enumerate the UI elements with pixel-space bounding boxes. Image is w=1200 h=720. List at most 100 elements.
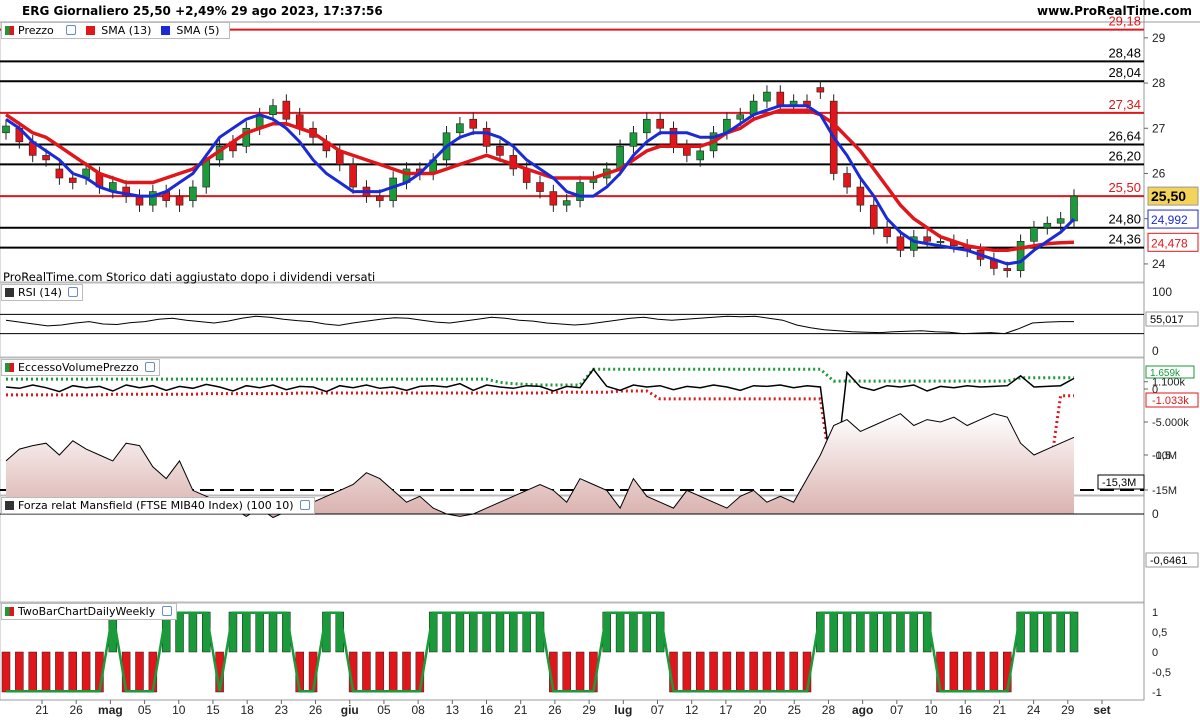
twobar-bar	[682, 651, 692, 693]
twobar-bar	[789, 651, 798, 693]
candle-body	[68, 177, 77, 183]
sma13-last-label: 24,478	[1151, 236, 1188, 250]
twobar-bar	[388, 651, 398, 693]
candle-body	[456, 123, 464, 134]
volume-lower-label: -1.033k	[1152, 395, 1189, 407]
x-tick-label: 21	[993, 703, 1007, 717]
x-tick-label: 16	[959, 703, 973, 717]
twobar-bar	[829, 611, 838, 653]
x-tick-label: 26	[309, 703, 323, 717]
legend-sma5[interactable]: SMA (5)	[176, 23, 219, 38]
x-tick-label: 21	[35, 703, 49, 717]
x-tick-label: 21	[514, 703, 528, 717]
x-tick-label: 05	[138, 703, 152, 717]
volume-panel-label[interactable]: EccessoVolumePrezzo	[1, 359, 161, 376]
twobar-bar	[869, 611, 878, 653]
twobar-bar	[28, 651, 37, 693]
x-tick-label: 26	[70, 703, 84, 717]
price-icon	[5, 26, 14, 35]
twobar-bar	[642, 611, 652, 653]
candle-body	[776, 91, 785, 106]
x-tick-label: 12	[685, 703, 699, 717]
mansfield-panel-label[interactable]: Forza relat Mansfield (FTSE MIB40 Index)…	[1, 497, 316, 514]
twobar-bar	[15, 651, 24, 693]
x-tick-label: mag	[98, 703, 123, 717]
wrench-icon[interactable]	[145, 362, 156, 372]
y-tick-label: 26	[1152, 166, 1166, 180]
volume-tick-label: -5.000k	[1152, 417, 1189, 429]
candle-body	[1030, 227, 1038, 242]
level-label: 24,80	[1108, 212, 1141, 227]
twobar-bar	[575, 651, 585, 693]
candle-body	[496, 146, 504, 156]
x-tick-label: 15	[206, 703, 220, 717]
twobar-bar	[495, 611, 505, 653]
candle-body	[202, 159, 211, 188]
wrench-icon[interactable]	[161, 606, 172, 616]
candle-body	[896, 236, 905, 251]
twobar-bar	[509, 611, 518, 653]
x-tick-label: 18	[240, 703, 254, 717]
rsi-value-label: 55,017	[1150, 314, 1184, 326]
twobar-tick-label: -1	[1152, 687, 1162, 699]
candle-body	[736, 114, 745, 120]
x-tick-label: 29	[1061, 703, 1075, 717]
x-tick-label: 28	[822, 703, 836, 717]
twobar-bar	[81, 651, 91, 693]
candle-body	[536, 182, 544, 192]
volume-tick-label: -15M	[1152, 485, 1177, 497]
twobar-bar	[1029, 611, 1039, 653]
candle-body	[2, 125, 10, 134]
twobar-bar	[615, 611, 625, 653]
volume-icon	[5, 363, 14, 372]
candle-body	[1043, 222, 1052, 229]
chart-canvas: 29,1828,4828,0427,3426,6426,2025,5024,80…	[0, 0, 1200, 717]
y-tick-label: 28	[1152, 76, 1166, 90]
candle-body	[856, 186, 865, 206]
twobar-bar	[1043, 611, 1052, 653]
y-tick-label: 24	[1152, 257, 1166, 271]
mansfield-value-label: -0,6461	[1150, 555, 1187, 567]
mansfield-label: Forza relat Mansfield (FTSE MIB40 Index)…	[18, 499, 294, 512]
twobar-bar	[976, 651, 985, 693]
twobar-tick-label: -0,5	[1152, 667, 1171, 679]
x-tick-label: set	[1093, 703, 1110, 717]
candle-body	[549, 191, 558, 206]
sma13-swatch-icon	[85, 26, 95, 35]
x-tick-label: giu	[341, 703, 359, 717]
x-tick-label: 26	[548, 703, 562, 717]
candle-body	[562, 200, 571, 206]
rsi-panel-label[interactable]: RSI (14)	[1, 284, 84, 301]
level-label: 26,20	[1108, 148, 1141, 163]
candle-body	[375, 195, 384, 201]
twobar-bar	[402, 651, 411, 693]
twobar-panel-label[interactable]: TwoBarChartDailyWeekly	[1, 603, 177, 620]
x-tick-label: 24	[1027, 703, 1041, 717]
site-link[interactable]: www.ProRealTime.com	[1037, 0, 1192, 22]
twobar-tick-label: 0	[1152, 647, 1158, 659]
x-tick-label: 07	[890, 703, 904, 717]
sma5-swatch-icon	[160, 26, 170, 35]
legend-sma13[interactable]: SMA (13)	[101, 23, 151, 38]
candle-body	[843, 173, 851, 188]
twobar-bar	[455, 611, 465, 653]
data-note: ProRealTime.com Storico dati aggiustato …	[3, 270, 376, 284]
wrench-icon[interactable]	[66, 25, 77, 35]
wrench-icon[interactable]	[300, 500, 311, 510]
x-tick-label: 20	[753, 703, 767, 717]
candle-body	[482, 127, 491, 147]
sma5-last-label: 24,992	[1151, 213, 1188, 227]
candle-body	[469, 118, 478, 129]
level-label: 25,50	[1108, 180, 1141, 195]
y-tick-label: 29	[1152, 31, 1166, 45]
legend-prezzo[interactable]: Prezzo	[18, 23, 54, 38]
twobar-bar	[41, 651, 51, 693]
mansfield-icon	[5, 501, 14, 510]
wrench-icon[interactable]	[68, 287, 79, 297]
rsi-icon	[5, 288, 14, 297]
level-label: 28,04	[1108, 65, 1141, 80]
twobar-bar	[709, 651, 718, 693]
twobar-bar	[375, 651, 385, 693]
twobar-tick-label: 0,5	[1152, 627, 1167, 639]
candle-body	[189, 186, 197, 201]
